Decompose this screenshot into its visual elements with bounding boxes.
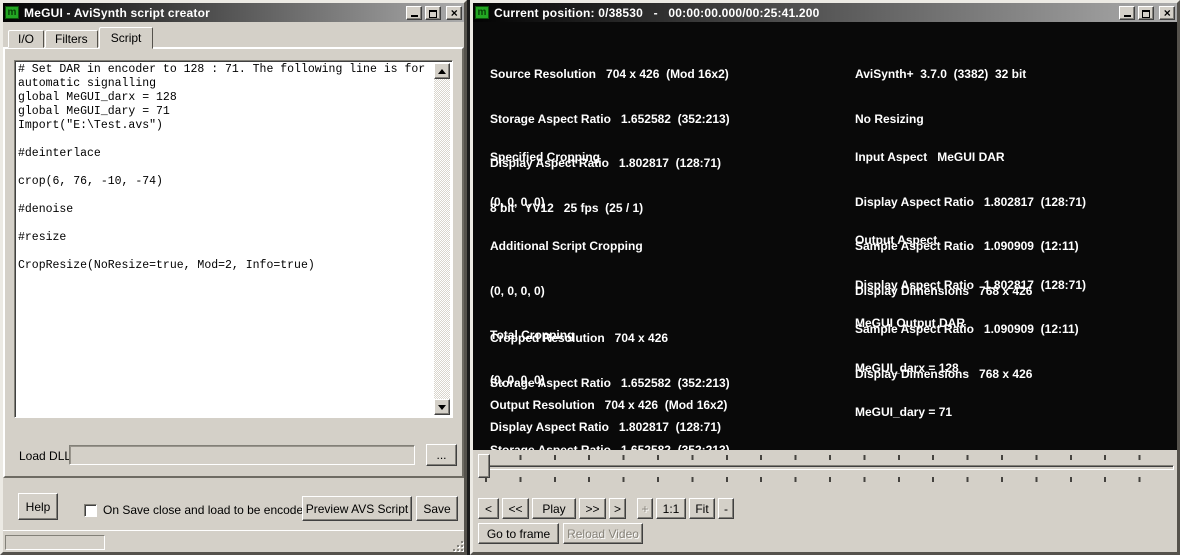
megui-logo-icon: m (475, 6, 489, 19)
tab-script[interactable]: Script (98, 27, 154, 49)
close-button[interactable]: × (1159, 5, 1175, 20)
seek-ticks-top (485, 455, 1173, 460)
arrow-down-icon (438, 404, 446, 410)
megui-logo-icon: m (5, 6, 19, 19)
script-scrollbar[interactable] (434, 63, 450, 415)
close-icon: × (1163, 5, 1171, 20)
maximize-icon (429, 9, 437, 18)
minimize-icon (410, 14, 418, 17)
preview-avs-script-button[interactable]: Preview AVS Script (302, 496, 412, 521)
scroll-down-button[interactable] (434, 399, 450, 415)
video-preview-window: m Current position: 0/38530 - 00:00:00.0… (470, 0, 1180, 555)
help-button[interactable]: Help (18, 493, 58, 520)
script-creator-window: m MeGUI - AviSynth script creator × I/O … (0, 0, 467, 555)
jump-back-button[interactable]: << (502, 498, 529, 519)
load-dll-input[interactable] (69, 445, 415, 465)
save-button[interactable]: Save (416, 496, 458, 521)
desktop: { "left_window": { "title": "MeGUI - Avi… (0, 0, 1180, 555)
resize-grip[interactable] (451, 539, 463, 551)
load-dll-label: Load DLL (19, 449, 72, 463)
on-save-checkbox[interactable] (84, 504, 97, 517)
close-icon: × (450, 5, 458, 20)
tab-strip: I/O Filters Script (8, 26, 154, 49)
current-position-title: Current position: 0/38530 - 00:00:00.000… (494, 5, 820, 20)
fit-button[interactable]: Fit (689, 498, 715, 519)
tab-filters[interactable]: Filters (45, 30, 98, 48)
arrow-up-icon (438, 68, 446, 74)
zoom-in-button[interactable]: + (637, 498, 653, 519)
on-save-checkbox-label[interactable]: On Save close and load to be encoded (103, 503, 310, 517)
script-creator-titlebar[interactable]: m MeGUI - AviSynth script creator × (3, 3, 464, 22)
minimize-icon (1123, 14, 1131, 17)
maximize-button[interactable] (425, 5, 441, 20)
status-panel (5, 535, 105, 550)
maximize-icon (1142, 9, 1150, 18)
minimize-button[interactable] (406, 5, 422, 20)
actual-size-button[interactable]: 1:1 (656, 498, 686, 519)
tab-io[interactable]: I/O (8, 30, 45, 48)
play-button[interactable]: Play (532, 498, 576, 519)
script-editor: # Set DAR in encoder to 128 : 71. The fo… (14, 60, 453, 418)
go-to-frame-button[interactable]: Go to frame (478, 523, 559, 544)
preview-titlebar[interactable]: m Current position: 0/38530 - 00:00:00.0… (473, 3, 1177, 22)
minimize-button[interactable] (1119, 5, 1135, 20)
close-button[interactable]: × (446, 5, 462, 20)
scroll-up-button[interactable] (434, 63, 450, 79)
overlay-output-resolution: Output Resolution 704 x 426 (Mod 16x2) S… (490, 398, 730, 450)
seek-ticks-bottom (485, 477, 1173, 482)
jump-forward-button[interactable]: >> (579, 498, 606, 519)
load-dll-browse-button[interactable]: ... (426, 444, 457, 466)
overlay-megui-output-dar: MeGUI Output DAR MeGUI_darx = 128 MeGUI_… (855, 316, 965, 420)
script-editor-text[interactable]: # Set DAR in encoder to 128 : 71. The fo… (18, 63, 432, 415)
maximize-button[interactable] (1138, 5, 1154, 20)
seek-track[interactable] (478, 465, 1174, 470)
seek-thumb[interactable] (478, 454, 490, 478)
video-preview-area: Source Resolution 704 x 426 (Mod 16x2) S… (473, 22, 1177, 450)
script-creator-title: MeGUI - AviSynth script creator (24, 5, 211, 20)
status-bar (3, 530, 464, 552)
transport-controls: < << Play >> > + 1:1 Fit - (478, 498, 734, 519)
seek-bar (473, 450, 1177, 498)
zoom-out-button[interactable]: - (718, 498, 734, 519)
previous-frame-button[interactable]: < (478, 498, 499, 519)
next-frame-button[interactable]: > (609, 498, 626, 519)
reload-video-button[interactable]: Reload Video (563, 523, 643, 544)
frame-controls: Go to frame Reload Video (478, 523, 643, 544)
script-tab-page: # Set DAR in encoder to 128 : 71. The fo… (3, 47, 464, 478)
